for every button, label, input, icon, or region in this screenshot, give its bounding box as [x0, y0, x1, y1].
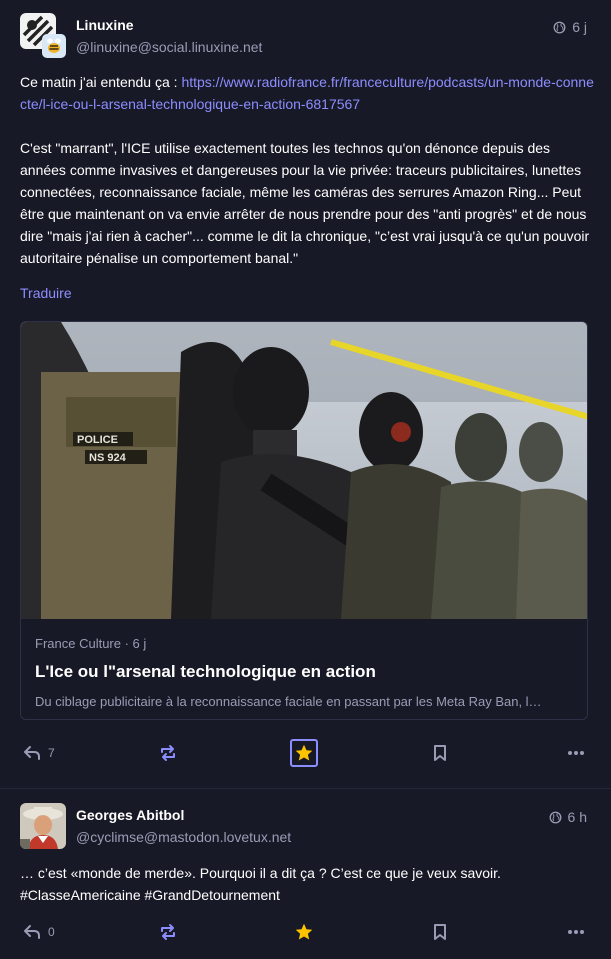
boost-icon	[161, 745, 175, 761]
status-post: Linuxine @linuxine@social.linuxine.net 6…	[0, 0, 611, 788]
card-source: France Culture · 6 j	[35, 636, 147, 651]
svg-text:NS 924: NS 924	[89, 452, 127, 464]
favourite-button[interactable]	[290, 737, 318, 769]
globe-icon	[553, 21, 566, 33]
reply-button[interactable]: 0	[22, 916, 55, 948]
author-handle[interactable]: @linuxine@social.linuxine.net	[76, 39, 262, 55]
post-body: … c’est «monde de merde». Pourquoi il a …	[20, 865, 501, 903]
reply-icon	[24, 925, 40, 939]
post-intro: Ce matin j'ai entendu ça : https://www.r…	[20, 71, 595, 115]
star-icon	[295, 923, 313, 940]
boost-button[interactable]	[158, 916, 178, 948]
intro-text: Ce matin j'ai entendu ça :	[20, 74, 182, 90]
bookmark-icon	[434, 745, 446, 761]
boost-icon	[161, 924, 175, 940]
action-bar: 7	[0, 737, 611, 769]
bookmark-icon	[434, 924, 446, 940]
bee-badge-icon	[42, 34, 66, 58]
more-options-button[interactable]	[566, 737, 586, 769]
post-time[interactable]: 6 h	[568, 809, 587, 825]
post-meta: 6 j	[553, 19, 587, 35]
post-time[interactable]: 6 j	[572, 19, 587, 35]
reply-count: 7	[48, 746, 55, 760]
reply-button[interactable]: 7	[22, 737, 55, 769]
reply-count: 0	[48, 925, 55, 939]
more-icon	[568, 930, 584, 934]
author-name[interactable]: Linuxine	[76, 17, 134, 33]
star-icon	[295, 744, 313, 761]
riot-police-photo: POLICE NS 924	[21, 322, 587, 619]
avatar[interactable]	[20, 803, 66, 849]
more-icon	[568, 751, 584, 755]
reply-icon	[24, 746, 40, 760]
translate-button[interactable]: Traduire	[20, 285, 72, 301]
bookmark-button[interactable]	[430, 916, 450, 948]
favourite-focus-ring	[290, 739, 318, 767]
status-post: Georges Abitbol @cyclimse@mastodon.lovet…	[0, 788, 611, 959]
favourite-button[interactable]	[294, 916, 314, 948]
post-body: C'est "marrant", l'ICE utilise exactemen…	[20, 140, 590, 266]
post-meta: 6 h	[549, 809, 587, 825]
card-title: L'Ice ou l"arsenal technologique en acti…	[35, 662, 376, 681]
boost-button[interactable]	[158, 737, 178, 769]
link-preview-card[interactable]: POLICE NS 924 France Culture · 6 j L'Ice…	[20, 321, 588, 720]
author-handle[interactable]: @cyclimse@mastodon.lovetux.net	[76, 829, 291, 845]
globe-icon	[549, 811, 561, 823]
author-name[interactable]: Georges Abitbol	[76, 807, 184, 823]
bookmark-button[interactable]	[430, 737, 450, 769]
card-description: Du ciblage publicitaire à la reconnaissa…	[35, 694, 542, 709]
svg-text:POLICE: POLICE	[77, 434, 118, 446]
more-options-button[interactable]	[566, 916, 586, 948]
action-bar: 0	[0, 916, 611, 948]
